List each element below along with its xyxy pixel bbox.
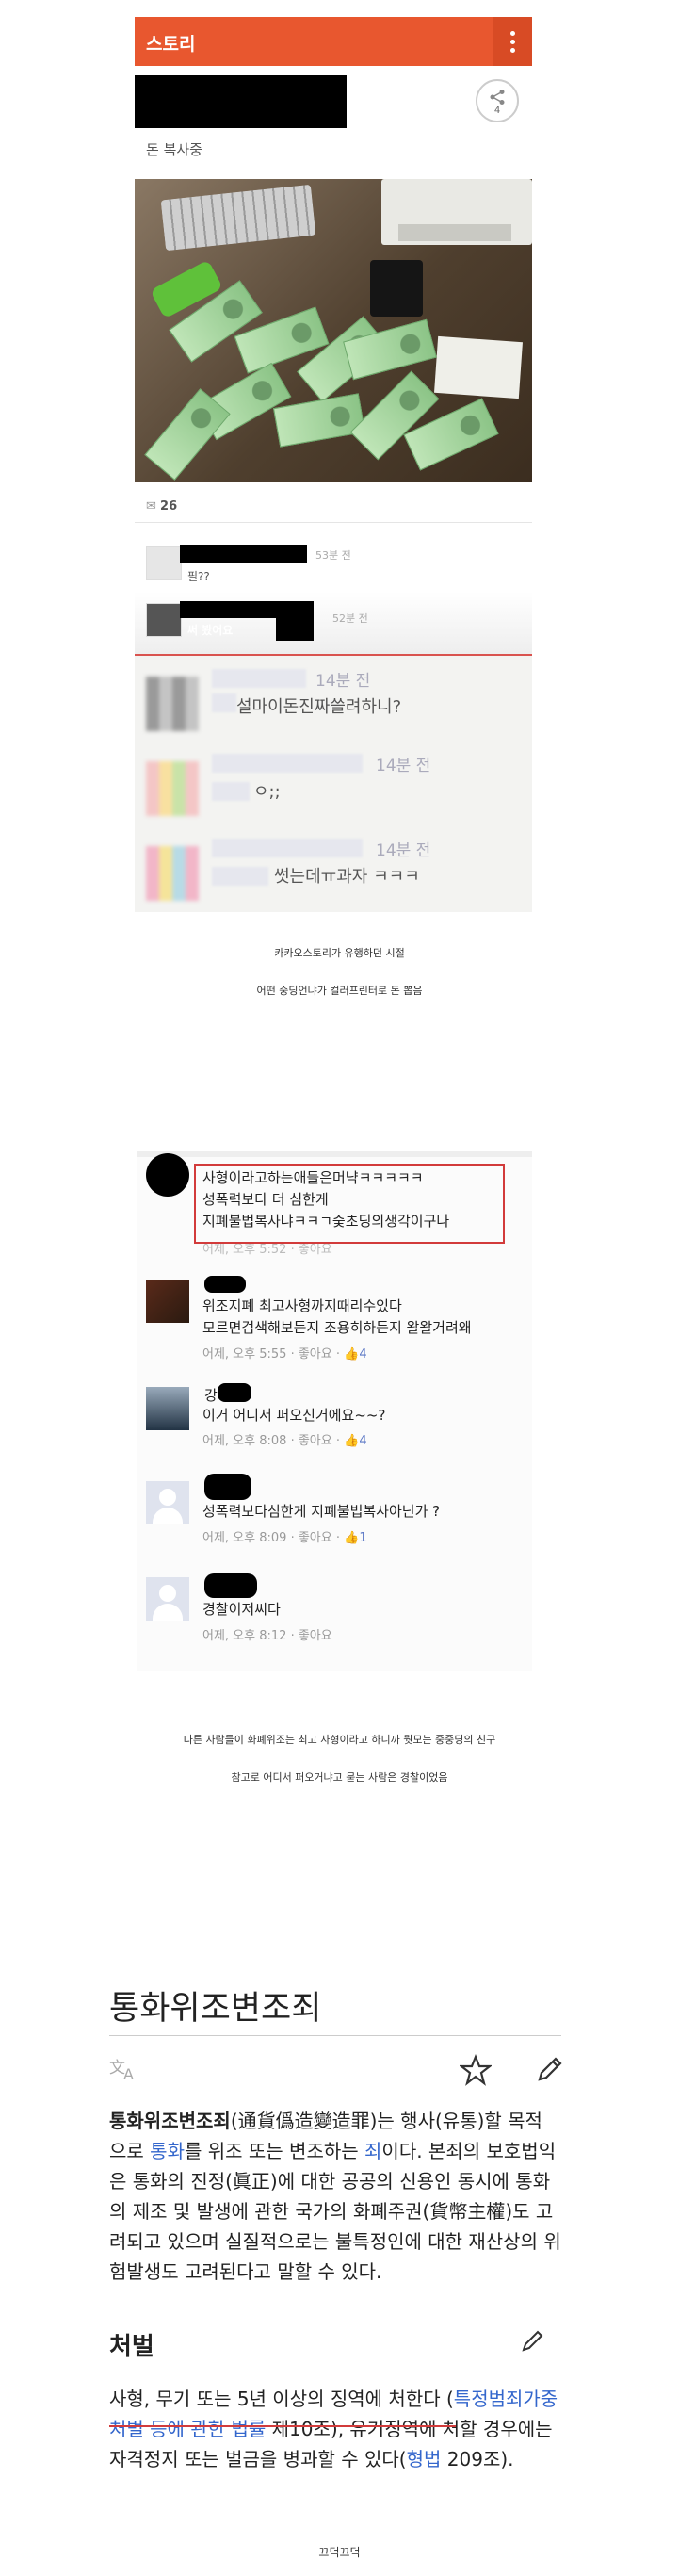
comment-text: ㅇ;; <box>253 782 281 802</box>
article-paragraph: 사형, 무기 또는 5년 이상의 징역에 처한다 (특정범죄가중 처벌 등에 관… <box>109 2388 558 2470</box>
section-heading: 처벌 <box>109 2333 154 2361</box>
redacted-name <box>204 1474 251 1500</box>
link-currency[interactable]: 통화 <box>150 2140 185 2162</box>
avatar <box>146 1280 189 1323</box>
comment-count: ✉ 26 <box>146 499 178 514</box>
comment-time: 53분 전 <box>315 549 351 562</box>
share-icon <box>490 90 505 105</box>
share-button[interactable]: 4 <box>476 79 519 122</box>
avatar <box>146 1577 189 1621</box>
link-criminal-law[interactable]: 형법 <box>407 2448 442 2470</box>
article-title: 통화위조변조죄 <box>109 1990 322 2028</box>
star-icon[interactable] <box>458 2054 493 2086</box>
like-link[interactable]: 좋아요 <box>299 1434 332 1448</box>
avatar <box>146 603 182 637</box>
blurred-name <box>212 839 363 857</box>
comment-text: 썻는데ㅠ과자 ㅋㅋㅋ <box>274 867 420 887</box>
comment-meta: 어제, 오후 8:09 · 좋아요 · 👍1 <box>202 1531 367 1545</box>
thumbs-up-icon: 👍 <box>344 1347 360 1361</box>
comment-meta: 어제, 오후 8:12 · 좋아요 <box>202 1629 332 1643</box>
redacted-name <box>180 545 307 563</box>
blurred-name <box>212 754 363 773</box>
comment-text: 설마이돈진짜쓸려하니? <box>236 697 402 717</box>
comment-line: 경찰이저씨다 <box>202 1601 281 1618</box>
post-photo[interactable] <box>135 179 532 482</box>
story-panel: 스토리 돈 복사중 4 ✉ 26 53분 전 필?? 52분 전 써 봤어요 1… <box>135 17 532 912</box>
link-special-act[interactable]: 특정범죄가중 <box>454 2388 558 2410</box>
highlight-box <box>194 1164 505 1244</box>
share-count: 4 <box>493 106 501 116</box>
comment-time: 14분 전 <box>315 672 371 691</box>
svg-text:A: A <box>123 2065 134 2082</box>
blurred-name <box>212 669 306 688</box>
comment-time: 52분 전 <box>332 612 368 625</box>
caption: 끄덕끄덕 <box>318 2546 361 2559</box>
redacted-block <box>276 601 314 641</box>
commenter-name: 강 <box>204 1387 218 1404</box>
like-link[interactable]: 좋아요 <box>299 1531 332 1545</box>
comment-text: 필?? <box>187 570 210 583</box>
avatar <box>146 1387 189 1430</box>
thumbs-up-icon: 👍 <box>344 1434 360 1448</box>
like-link[interactable]: 좋아요 <box>299 1243 332 1257</box>
comment-line: 성폭력보다심한게 지폐불법복사아닌가 ? <box>202 1503 441 1520</box>
more-menu-icon[interactable] <box>493 17 532 66</box>
redacted-name <box>204 1573 257 1598</box>
caption: 다른 사람들이 화폐위조는 최고 사형이라고 하니까 뭣모는 중중딩의 친구 <box>183 1734 496 1746</box>
comment-meta: 어제, 오후 8:08 · 좋아요 · 👍4 <box>202 1434 367 1448</box>
avatar <box>146 846 199 901</box>
like-link[interactable]: 좋아요 <box>299 1629 332 1643</box>
app-title: 스토리 <box>146 34 196 55</box>
like-link[interactable]: 좋아요 <box>299 1347 332 1361</box>
article-paragraph: 통화위조변조죄(通貨僞造變造罪)는 행사(유통)할 목적 으로 통화를 위조 또… <box>109 2110 561 2283</box>
avatar <box>146 546 182 580</box>
comment-meta: 어제, 오후 5:55 · 좋아요 · 👍4 <box>202 1347 367 1361</box>
comment-time: 14분 전 <box>376 757 431 775</box>
link-special-act[interactable]: 처벌 등에 관한 법률 <box>109 2418 266 2440</box>
section-edit-icon[interactable] <box>520 2327 546 2354</box>
edit-icon[interactable] <box>535 2054 565 2084</box>
avatar <box>146 677 199 731</box>
avatar <box>146 1153 189 1197</box>
comment-line: 위조지폐 최고사형까지때리수있다 <box>202 1297 402 1314</box>
comment-thread-panel: 사형이라고하는애들은머냑ㅋㅋㅋㅋㅋ 성폭력보다 더 심한게 지폐불법복사냐ㅋㅋㄱ… <box>137 1151 532 1671</box>
comment-line: 이거 어디서 퍼오신거에요~~? <box>202 1407 386 1424</box>
comment-time: 14분 전 <box>376 841 431 860</box>
comment-line: 모르면검색해보든지 조용히하든지 왈왈거려왜 <box>202 1319 472 1336</box>
redacted-name <box>204 1276 246 1293</box>
blurred-comments: 14분 전 설마이돈진짜쓸려하니? 14분 전 ㅇ;; 14분 전 썻는데ㅠ과자… <box>135 656 532 912</box>
translate-icon[interactable]: 文 A <box>109 2054 141 2083</box>
redacted-name <box>218 1383 251 1402</box>
caption: 참고로 어디서 퍼오거냐고 묻는 사람은 경찰이었음 <box>231 1771 448 1784</box>
divider <box>109 2035 561 2036</box>
redacted-name <box>135 100 347 128</box>
avatar <box>146 1481 189 1524</box>
comment-icon: ✉ <box>146 499 161 514</box>
highlight-underline <box>109 2425 456 2427</box>
caption: 어떤 중딩언냐가 컬러프린터로 돈 뽑음 <box>256 985 423 997</box>
comment-text: 써 봤어요 <box>187 624 234 637</box>
thumbs-up-icon: 👍 <box>344 1531 360 1545</box>
story-app-bar: 스토리 <box>135 17 532 66</box>
post-text: 돈 복사중 <box>146 141 202 158</box>
link-crime[interactable]: 죄 <box>364 2140 381 2162</box>
avatar <box>146 761 199 816</box>
caption: 카카오스토리가 유행하던 시절 <box>274 947 405 959</box>
